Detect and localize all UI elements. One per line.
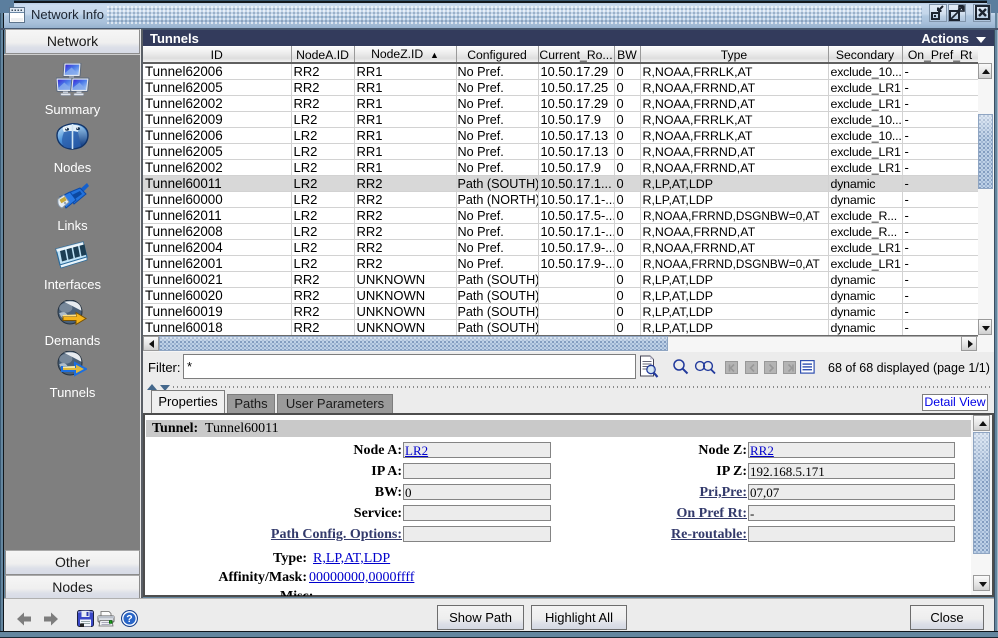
svg-text:?: ? <box>126 613 132 625</box>
